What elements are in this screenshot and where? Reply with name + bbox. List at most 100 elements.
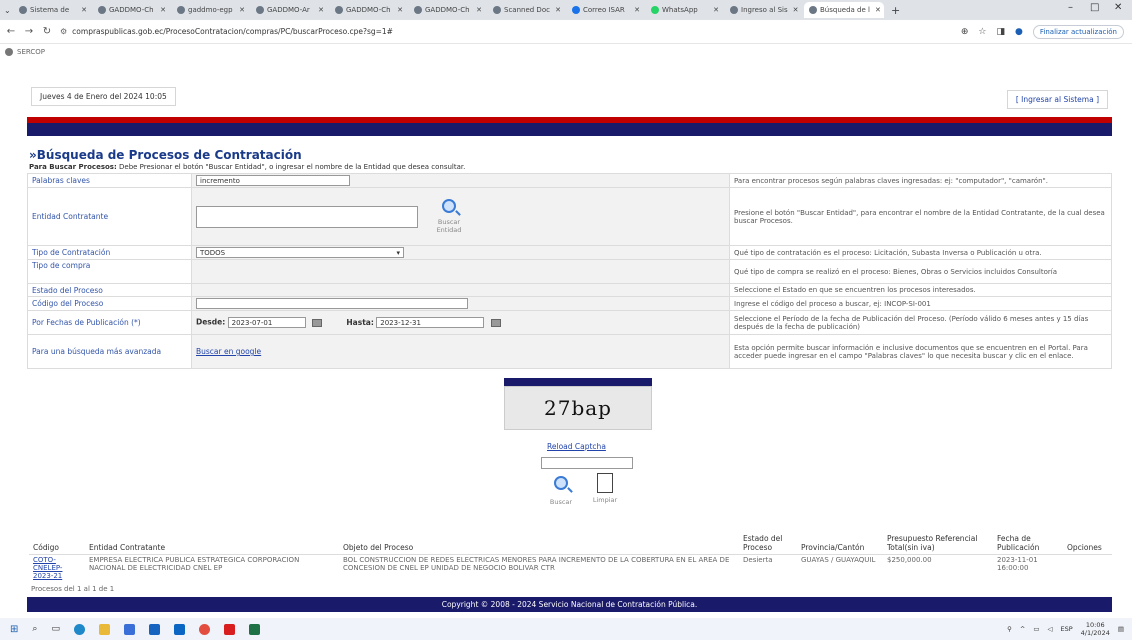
captcha-image: 27bap: [504, 386, 652, 430]
chevron-up-icon[interactable]: ^: [1020, 625, 1025, 633]
province-cell: GUAYAS / GUAYAQUIL: [801, 556, 876, 564]
search-entity-button[interactable]: Buscar Entidad: [432, 199, 466, 234]
close-tab-icon[interactable]: ✕: [237, 6, 245, 14]
favicon-icon: [730, 6, 738, 14]
close-tab-icon[interactable]: ✕: [873, 6, 881, 14]
magnifier-icon: [554, 476, 568, 490]
login-link[interactable]: [ Ingresar al Sistema ]: [1006, 90, 1108, 109]
close-tab-icon[interactable]: ✕: [395, 6, 403, 14]
search-instructions: Para Buscar Procesos: Debe Presionar el …: [29, 163, 466, 171]
browser-tab[interactable]: Ingreso al Sis ✕: [725, 2, 803, 18]
clock-date[interactable]: 4/1/2024: [1081, 629, 1110, 637]
calendar-icon[interactable]: [490, 318, 501, 327]
maximize-icon[interactable]: □: [1090, 2, 1099, 13]
reload-captcha-link[interactable]: Reload Captcha: [547, 442, 606, 451]
browser-tab[interactable]: GADDMO-Ch ✕: [93, 2, 171, 18]
browser-tab[interactable]: Scanned Doc ✕: [488, 2, 566, 18]
favicon-icon: [572, 6, 580, 14]
browser-tab-strip: ⌄ Sistema de ✕ GADDMO-Ch ✕ gaddmo-egp ✕ GAD…: [0, 0, 1132, 20]
close-tab-icon[interactable]: ✕: [791, 6, 799, 14]
bookmark-star-icon[interactable]: ☆: [978, 27, 986, 37]
browser-tab[interactable]: Correo ISAR ✕: [567, 2, 645, 18]
favicon-icon: [19, 6, 27, 14]
notifications-icon[interactable]: ▤: [1118, 625, 1124, 633]
sidebar-icon[interactable]: ◨: [997, 27, 1006, 37]
close-tab-icon[interactable]: ✕: [474, 6, 482, 14]
date-cell: 2023-11-01 16:00:00: [997, 556, 1038, 572]
results-table: Código Entidad Contratante Objeto del Pr…: [29, 532, 1112, 581]
browser-tab[interactable]: Sistema de ✕: [14, 2, 92, 18]
site-info-icon[interactable]: ⚙: [60, 27, 67, 36]
mail-icon[interactable]: [148, 623, 160, 635]
clear-button[interactable]: Limpiar: [592, 473, 618, 513]
browser-tab[interactable]: GADDMO-Ar ✕: [251, 2, 329, 18]
entity-textarea[interactable]: [196, 205, 418, 228]
start-icon[interactable]: ⊞: [10, 624, 18, 635]
browser-tab[interactable]: WhatsApp ✕: [646, 2, 724, 18]
minimize-icon[interactable]: –: [1068, 2, 1073, 13]
browser-tab[interactable]: GADDMO-Ch ✕: [330, 2, 408, 18]
language-icon[interactable]: ESP: [1060, 625, 1072, 633]
purchase-type-label: Tipo de compra: [27, 259, 192, 284]
from-label: Desde:: [196, 317, 226, 327]
entity-help: Presione el botón "Buscar Entidad", para…: [729, 187, 1112, 246]
process-code-link[interactable]: COTO-CNELEP-2023-21: [33, 556, 62, 580]
browser-tab[interactable]: gaddmo-egp ✕: [172, 2, 250, 18]
search-form: Palabras claves Para encontrar procesos …: [27, 173, 1112, 369]
entity-label: Entidad Contratante: [27, 187, 192, 246]
status-help: Seleccione el Estado en que se encuentre…: [729, 283, 1112, 297]
column-header: Provincia/Cantón: [797, 532, 883, 555]
options-cell: [1063, 555, 1112, 582]
edge-icon[interactable]: [73, 623, 85, 635]
close-tab-icon[interactable]: ✕: [553, 6, 561, 14]
google-search-link[interactable]: Buscar en google: [196, 347, 261, 356]
captcha-input[interactable]: [541, 457, 633, 469]
people-icon[interactable]: ⚲: [1007, 625, 1012, 633]
close-tab-icon[interactable]: ✕: [316, 6, 324, 14]
task-view-icon[interactable]: ▭: [51, 624, 60, 634]
chrome-icon[interactable]: [198, 623, 210, 635]
new-tab-icon[interactable]: +: [885, 4, 906, 17]
favicon-icon: [98, 6, 106, 14]
from-date-input[interactable]: [227, 317, 306, 328]
network-icon[interactable]: ▭: [1033, 625, 1039, 633]
close-tab-icon[interactable]: ✕: [632, 6, 640, 14]
clock-time[interactable]: 10:06: [1086, 621, 1105, 629]
outlook-icon[interactable]: [173, 623, 185, 635]
close-tab-icon[interactable]: ✕: [79, 6, 87, 14]
contract-type-select[interactable]: TODOS ▾: [196, 247, 404, 258]
search-icon[interactable]: ⌕: [32, 624, 37, 634]
tab-list-icon[interactable]: ⌄: [4, 6, 14, 15]
favicon-icon: [256, 6, 264, 14]
search-button[interactable]: Buscar: [548, 473, 574, 513]
browser-tab[interactable]: GADDMO-Ch ✕: [409, 2, 487, 18]
excel-icon[interactable]: [248, 623, 260, 635]
file-explorer-icon[interactable]: [98, 623, 110, 635]
reload-icon[interactable]: ↻: [42, 26, 52, 37]
volume-icon[interactable]: ◁: [1047, 625, 1052, 633]
store-icon[interactable]: [123, 623, 135, 635]
update-button[interactable]: Finalizar actualización: [1032, 24, 1124, 39]
url-field[interactable]: ⚙ compraspublicas.gob.ec/ProcesoContrata…: [60, 27, 953, 36]
back-icon[interactable]: ←: [6, 26, 16, 37]
close-tab-icon[interactable]: ✕: [711, 6, 719, 14]
calendar-icon[interactable]: [312, 318, 323, 327]
process-code-input[interactable]: [196, 298, 468, 309]
bookmark-item[interactable]: SERCOP: [17, 48, 45, 56]
zoom-icon[interactable]: ⊕: [961, 27, 969, 37]
to-date-input[interactable]: [376, 317, 485, 328]
forward-icon[interactable]: →: [24, 26, 34, 37]
advanced-label: Para una búsqueda más avanzada: [27, 334, 192, 369]
system-tray: ⚲ ^ ▭ ◁ ESP 10:06 4/1/2024 ▤: [1007, 621, 1132, 637]
budget-cell: $250,000.00: [887, 556, 932, 564]
browser-tab-active[interactable]: Búsqueda de l ✕: [804, 2, 884, 18]
profile-icon[interactable]: ●: [1015, 27, 1023, 37]
entity-cell: EMPRESA ELECTRICA PUBLICA ESTRATEGICA CO…: [89, 556, 300, 572]
column-header: Estado del Proceso: [739, 532, 797, 555]
close-window-icon[interactable]: ✕: [1114, 2, 1122, 13]
process-code-help: Ingrese el código del proceso a buscar, …: [729, 296, 1112, 311]
pdf-reader-icon[interactable]: [223, 623, 235, 635]
close-tab-icon[interactable]: ✕: [158, 6, 166, 14]
column-header: Código: [29, 532, 85, 555]
keywords-input[interactable]: [196, 175, 350, 186]
